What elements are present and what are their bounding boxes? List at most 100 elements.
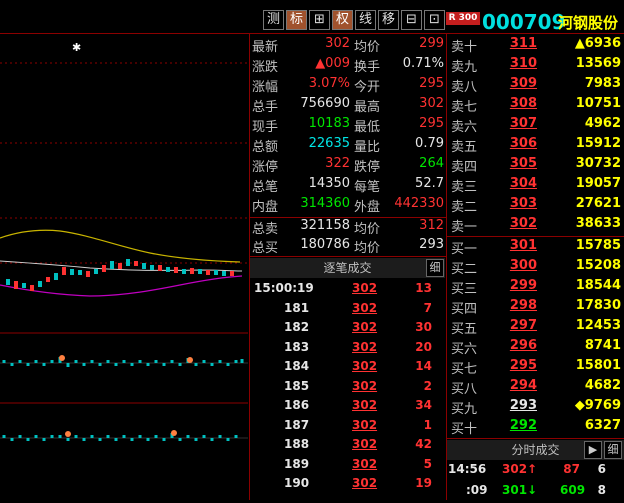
move-button[interactable]: 移 — [378, 10, 399, 30]
orderbook-buy-row[interactable]: 买九 293 ◆9769 — [451, 398, 621, 418]
orderbook-label: 买一 — [451, 242, 478, 257]
tick-panel-header: 逐笔成交 — [250, 258, 445, 278]
fenshi-detail-button[interactable]: 细 — [604, 441, 622, 459]
quote-value: 322 — [325, 156, 350, 171]
orderbook-volume: ▲6936 — [574, 36, 621, 51]
marker-icon: ✱ — [72, 41, 81, 54]
tick-row: 183 302 20 — [252, 340, 444, 360]
orderbook-buy-row[interactable]: 买五 297 12453 — [451, 318, 621, 338]
orderbook-buy-row[interactable]: 买七 295 15801 — [451, 358, 621, 378]
tick-price: 302 — [352, 437, 378, 451]
orderbook-buy-row[interactable]: 买一 301 15785 — [451, 238, 621, 258]
tick-time: 183 — [284, 339, 310, 354]
orderbook-sell-row[interactable]: 卖三 304 19057 — [451, 176, 621, 196]
quote-label: 换手 — [354, 60, 381, 75]
mark-button[interactable]: 标 — [286, 10, 307, 30]
quote-label: 最低 — [354, 120, 381, 135]
orderbook-volume: 4682 — [584, 378, 621, 393]
tick-volume: 30 — [415, 320, 432, 334]
orderbook-price: 301 — [509, 238, 537, 253]
orderbook-sell-row[interactable]: 卖八 309 7983 — [451, 76, 621, 96]
quote-left-row: 总卖 321158 — [252, 218, 350, 238]
quote-label: 跌停 — [354, 160, 381, 175]
tick-price: 302 — [352, 417, 378, 432]
volume-bars-upper — [0, 355, 248, 367]
orderbook-price: 311 — [509, 36, 537, 51]
quote-value: ▲009 — [315, 56, 350, 71]
tick-detail-button[interactable]: 细 — [426, 259, 444, 277]
quote-value: 302 — [419, 96, 444, 111]
quote-label: 量比 — [354, 140, 381, 155]
orderbook-volume: 15208 — [575, 258, 621, 273]
orderbook-label: 买九 — [451, 402, 478, 417]
tick-time: 189 — [284, 456, 310, 471]
quote-left-row: 内盘 314360 — [252, 196, 350, 216]
line-button[interactable]: 线 — [355, 10, 376, 30]
orderbook-price: 309 — [509, 76, 537, 91]
price-chart[interactable]: ✱ — [0, 33, 248, 500]
tick-row: 188 302 42 — [252, 437, 444, 457]
orderbook-price: 298 — [509, 298, 537, 313]
orderbook-buy-row[interactable]: 买十 292 6327 — [451, 418, 621, 438]
quote-right-row: 量比 0.79 — [354, 136, 444, 156]
orderbook-sell-row[interactable]: 卖一 302 38633 — [451, 216, 621, 236]
measure-button[interactable]: 测 — [263, 10, 284, 30]
orderbook-sell-row[interactable]: 卖九 310 13569 — [451, 56, 621, 76]
orderbook-sell-row[interactable]: 卖十 311 ▲6936 — [451, 36, 621, 56]
orderbook-volume: 15801 — [575, 358, 621, 373]
tick-volume: 1 — [423, 417, 432, 432]
quote-right-row: 外盘 442330 — [354, 196, 444, 216]
tick-volume: 2 — [423, 378, 432, 393]
quote-right-row: 跌停 264 — [354, 156, 444, 176]
tick-volume: 14 — [415, 359, 432, 373]
orderbook-buy-row[interactable]: 买二 300 15208 — [451, 258, 621, 278]
quote-label: 现手 — [252, 120, 279, 135]
tick-time: 181 — [284, 300, 310, 315]
orderbook-label: 买十 — [451, 422, 478, 437]
orderbook-volume: 8741 — [584, 338, 621, 353]
rights-button[interactable]: 权 — [332, 10, 353, 30]
window-icon[interactable]: ⊟ — [401, 10, 422, 30]
tick-row: 181 302 7 — [252, 301, 444, 321]
orderbook-buy-row[interactable]: 买六 296 8741 — [451, 338, 621, 358]
fenshi-time: 14:56 — [448, 462, 487, 476]
quote-left-row: 总笔 14350 — [252, 176, 350, 196]
orderbook-label: 买三 — [451, 282, 478, 297]
orderbook-buy-row[interactable]: 买三 299 18544 — [451, 278, 621, 298]
orderbook-label: 卖八 — [451, 80, 478, 95]
tick-price: 302 — [352, 359, 378, 373]
orderbook-sell-row[interactable]: 卖二 303 27621 — [451, 196, 621, 216]
quote-left-row: 涨幅 3.07% — [252, 76, 350, 96]
tick-time: 187 — [284, 417, 310, 432]
fenshi-sep — [446, 438, 624, 439]
orderbook-volume: 27621 — [575, 196, 621, 211]
grid-icon[interactable]: ⊞ — [309, 10, 330, 30]
quote-value: 14350 — [308, 176, 350, 191]
fenshi-count: 8 — [597, 483, 606, 497]
fenshi-arrow-button[interactable]: ▶ — [584, 441, 602, 459]
orderbook-volume: 13569 — [575, 56, 621, 71]
fenshi-price: 301↓ — [502, 483, 538, 497]
stock-code: 000709 — [482, 10, 566, 34]
quote-label: 最新 — [252, 40, 279, 55]
tick-row: 184 302 14 — [252, 359, 444, 379]
orderbook-buy-row[interactable]: 买四 298 17830 — [451, 298, 621, 318]
quote-left-row: 涨停 322 — [252, 156, 350, 176]
orderbook-sell-row[interactable]: 卖四 305 30732 — [451, 156, 621, 176]
quote-label: 总笔 — [252, 180, 279, 195]
orderbook-buy-row[interactable]: 买八 294 4682 — [451, 378, 621, 398]
quote-value: 0.79 — [415, 136, 444, 151]
orderbook-sell-row[interactable]: 卖六 307 4962 — [451, 116, 621, 136]
orderbook-sell-row[interactable]: 卖五 306 15912 — [451, 136, 621, 156]
quote-value: 180786 — [300, 237, 350, 252]
orderbook-sell-row[interactable]: 卖七 308 10751 — [451, 96, 621, 116]
panel-toggle-icon[interactable]: ⊡ — [424, 10, 445, 30]
orderbook-price: 292 — [509, 418, 537, 433]
orderbook-label: 卖六 — [451, 120, 478, 135]
quote-label: 总卖 — [252, 222, 279, 237]
orderbook-price: 294 — [509, 378, 537, 393]
orderbook-volume: 18544 — [575, 278, 621, 293]
quote-label: 涨幅 — [252, 80, 279, 95]
orderbook-volume: 10751 — [575, 96, 621, 111]
orderbook-price: 303 — [509, 196, 537, 211]
